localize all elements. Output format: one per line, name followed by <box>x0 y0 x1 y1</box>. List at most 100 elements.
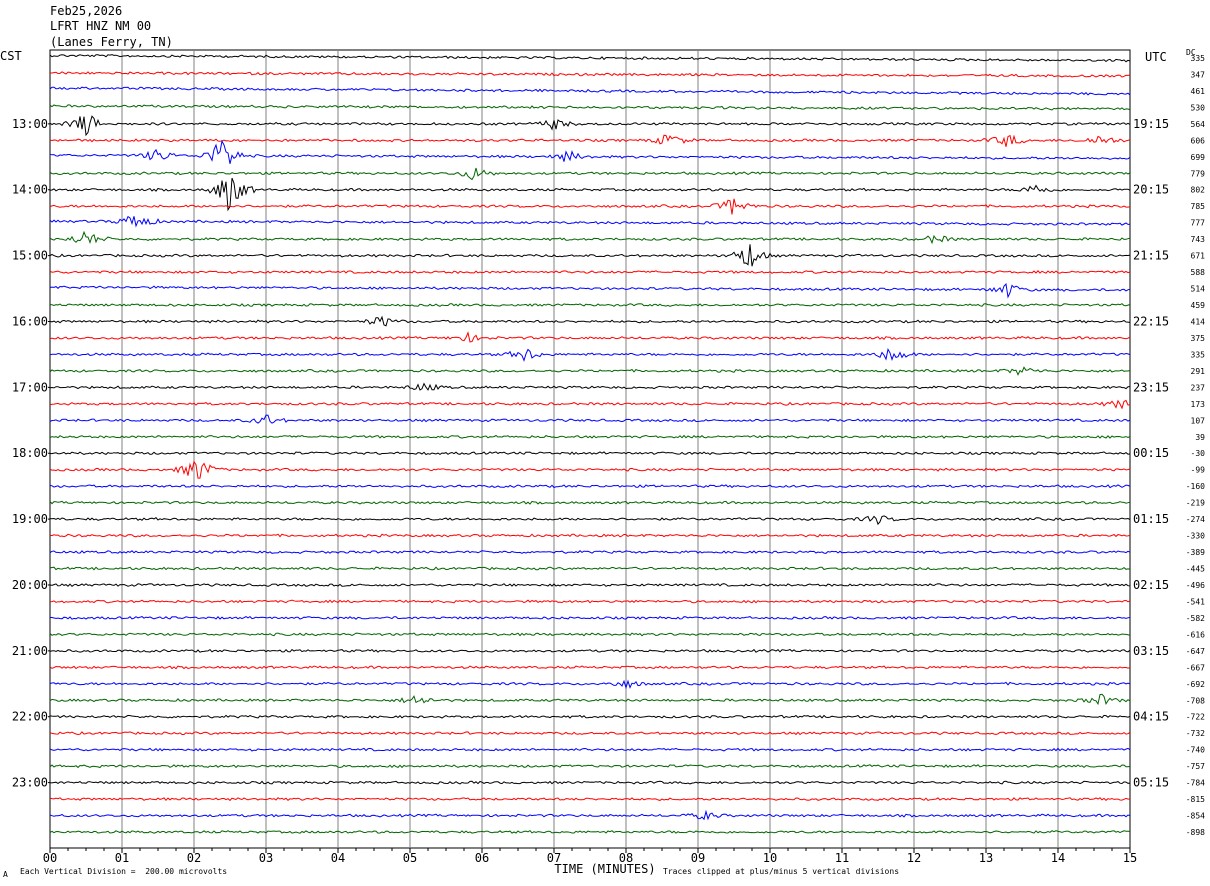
seismic-trace <box>49 54 1131 63</box>
scale-note: Each Vertical Division = 200.00 microvol… <box>20 867 228 876</box>
dc-offset-label: -784 <box>1186 779 1205 788</box>
dc-offset-label: 335 <box>1191 54 1206 63</box>
seismic-trace <box>49 303 1131 307</box>
cst-hour-label: 18:00 <box>12 446 48 460</box>
dc-offset-label: -330 <box>1186 532 1205 541</box>
x-tick-label: 15 <box>1123 851 1137 865</box>
dc-offset-label: -740 <box>1186 746 1205 755</box>
seismic-trace <box>49 693 1131 706</box>
seismic-trace <box>49 714 1131 719</box>
utc-hour-label: 21:15 <box>1133 249 1169 263</box>
utc-hour-label: 00:15 <box>1133 446 1169 460</box>
utc-hour-label: 04:15 <box>1133 710 1169 724</box>
dc-offset-label: -616 <box>1186 630 1205 639</box>
seismic-trace <box>49 665 1131 670</box>
x-tick-label: 13 <box>979 851 993 865</box>
dc-offset-label: -160 <box>1186 482 1205 491</box>
cst-hour-label: 23:00 <box>12 776 48 790</box>
x-tick-label: 09 <box>691 851 705 865</box>
seismic-trace <box>49 615 1131 620</box>
seismic-trace <box>49 414 1131 424</box>
seismic-trace <box>49 167 1131 181</box>
dc-offset-label: 564 <box>1191 120 1206 129</box>
seismic-trace <box>49 382 1131 391</box>
dc-offset-label: -274 <box>1186 515 1205 524</box>
dc-offset-label: 785 <box>1191 202 1206 211</box>
seismic-trace <box>49 348 1131 362</box>
clip-note: Traces clipped at plus/minus 5 vertical … <box>663 867 900 876</box>
seismic-trace <box>49 283 1131 299</box>
utc-hour-label: 23:15 <box>1133 380 1169 394</box>
logo-mark: A <box>3 870 8 879</box>
x-tick-label: 01 <box>115 851 129 865</box>
x-tick-label: 10 <box>763 851 777 865</box>
dc-offset-label: -647 <box>1186 647 1205 656</box>
utc-hour-label: 03:15 <box>1133 644 1169 658</box>
dc-offset-label: -389 <box>1186 548 1205 557</box>
seismic-trace <box>49 460 1131 479</box>
dc-offset-label: 530 <box>1191 103 1206 112</box>
seismic-trace <box>49 139 1131 164</box>
seismic-trace <box>49 583 1131 587</box>
x-tick-label: 04 <box>331 851 345 865</box>
dc-offset-label: 779 <box>1191 169 1206 178</box>
dc-offset-label: -732 <box>1186 729 1205 738</box>
seismic-trace <box>49 230 1131 245</box>
seismic-trace <box>49 648 1131 653</box>
dc-offset-label: 39 <box>1195 433 1205 442</box>
dc-offset-label: 588 <box>1191 268 1206 277</box>
dc-offset-label: -667 <box>1186 663 1205 672</box>
seismic-trace <box>49 366 1131 376</box>
dc-offset-label: 699 <box>1191 153 1206 162</box>
dc-offset-label: -30 <box>1191 449 1206 458</box>
seismic-trace <box>49 550 1131 554</box>
seismic-trace <box>50 71 1131 78</box>
seismic-trace <box>49 780 1131 785</box>
dc-offset-label: 414 <box>1191 317 1206 326</box>
seismic-trace <box>49 515 1131 526</box>
dc-offset-label: 335 <box>1191 350 1206 359</box>
cst-hour-label: 16:00 <box>12 314 48 328</box>
dc-offset-label: 237 <box>1191 383 1206 392</box>
dc-offset-label: -898 <box>1186 828 1205 837</box>
seismic-trace <box>49 797 1131 802</box>
seismic-trace <box>49 484 1131 489</box>
x-tick-label: 03 <box>259 851 273 865</box>
seismic-trace <box>49 500 1131 505</box>
seismic-trace <box>49 533 1131 538</box>
seismic-trace <box>49 731 1131 736</box>
utc-hour-label: 22:15 <box>1133 314 1169 328</box>
seismic-trace <box>49 829 1131 834</box>
seismic-trace <box>49 86 1131 96</box>
seismic-trace <box>49 331 1131 343</box>
dc-offset-label: 173 <box>1191 400 1206 409</box>
seismic-trace <box>49 679 1131 690</box>
seismic-trace <box>49 244 1131 267</box>
seismic-trace <box>49 177 1131 212</box>
x-tick-label: 05 <box>403 851 417 865</box>
dc-offset-label: -757 <box>1186 762 1205 771</box>
seismic-trace <box>49 451 1131 456</box>
seismic-trace <box>49 104 1131 111</box>
seismic-trace <box>49 198 1131 215</box>
dc-offset-label: 291 <box>1191 367 1206 376</box>
dc-offset-label: -722 <box>1186 713 1205 722</box>
seismic-trace <box>49 809 1131 821</box>
seismic-trace <box>49 399 1131 410</box>
x-tick-label: 11 <box>835 851 849 865</box>
dc-offset-label: 347 <box>1191 70 1206 79</box>
dc-offset-label: -496 <box>1186 581 1205 590</box>
dc-offset-label: -99 <box>1191 466 1206 475</box>
helicorder-chart: 00 01 02 03 04 05 06 07 08 09 10 11 12 13 14 15TIME (MI… <box>12 49 1206 876</box>
seismic-trace <box>49 134 1131 147</box>
seismic-trace <box>49 434 1131 439</box>
dc-offset-label: -854 <box>1186 812 1205 821</box>
dc-offset-label: -219 <box>1186 499 1205 508</box>
dc-offset-label: 375 <box>1191 334 1206 343</box>
x-tick-label: 06 <box>475 851 489 865</box>
dc-offset-label: -445 <box>1186 565 1205 574</box>
x-tick-label: 12 <box>907 851 921 865</box>
dc-offset-label: -582 <box>1186 614 1205 623</box>
plot-frame <box>49 49 1131 849</box>
seismic-trace <box>49 599 1131 604</box>
